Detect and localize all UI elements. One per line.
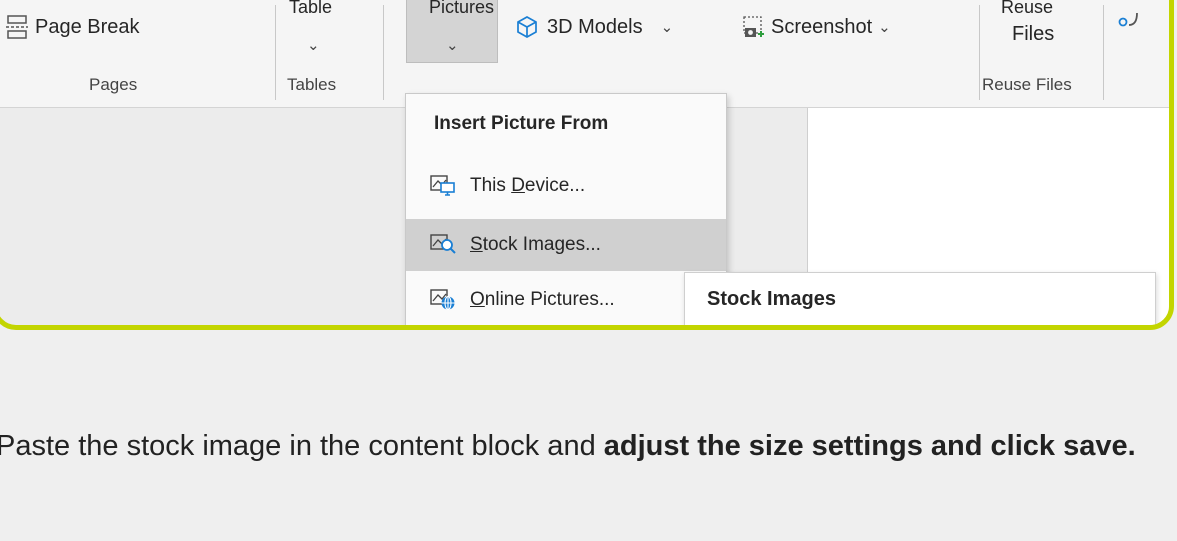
page-break-icon xyxy=(5,15,29,39)
pictures-label: Pictures xyxy=(429,0,495,17)
table-label: Table xyxy=(289,0,333,17)
page-break-button[interactable]: Page Break xyxy=(5,15,140,39)
table-button[interactable]: Table xyxy=(289,0,332,18)
screenshot-chevron-icon[interactable]: ⌄ xyxy=(878,18,891,36)
menu-item-label: Online Pictures... xyxy=(470,289,615,310)
instruction-emphasis: adjust the size settings and click save. xyxy=(603,430,1136,462)
pictures-chevron-icon[interactable]: ⌄ xyxy=(446,33,459,56)
menu-item-label: This Device... xyxy=(470,175,586,196)
page-break-label: Page Break xyxy=(35,15,140,38)
cube-icon xyxy=(515,15,539,39)
stock-images-icon xyxy=(430,233,456,257)
reuse-files-button[interactable]: Reuse xyxy=(1001,0,1053,18)
group-divider xyxy=(383,5,384,100)
3d-models-label: 3D Models xyxy=(547,15,643,38)
insert-picture-menu: Insert Picture From This Device... Stock… xyxy=(405,93,727,325)
menu-item-stock-images[interactable]: Stock Images... xyxy=(406,219,726,271)
3d-models-button[interactable]: 3D Models ⌄ xyxy=(515,15,673,39)
group-label-tables: Tables xyxy=(287,75,337,94)
screenshot-label: Screenshot xyxy=(771,15,873,38)
tooltip-title: Stock Images xyxy=(707,288,836,310)
ribbon: Page Break Table ⌄ Pictures ⌄ 3D Models … xyxy=(0,0,1169,108)
stock-images-tooltip: Stock Images xyxy=(684,272,1156,325)
group-divider xyxy=(275,5,276,100)
3d-models-chevron-icon[interactable]: ⌄ xyxy=(661,18,674,36)
group-label-reuse-files: Reuse Files xyxy=(982,75,1072,94)
screenshot-icon xyxy=(741,15,765,39)
shapes-icon[interactable] xyxy=(1117,5,1141,35)
table-chevron-icon[interactable]: ⌄ xyxy=(307,33,320,56)
instruction-text: Paste the stock image in the content blo… xyxy=(0,430,1136,462)
screenshot-button[interactable]: Screenshot ⌄ xyxy=(741,15,891,39)
reuse-files-label: Files xyxy=(1012,23,1055,45)
menu-header: Insert Picture From xyxy=(434,113,609,134)
screenshot-frame: Page Break Table ⌄ Pictures ⌄ 3D Models … xyxy=(0,0,1174,330)
online-pictures-icon xyxy=(430,288,456,312)
device-picture-icon xyxy=(430,174,456,198)
group-divider xyxy=(1103,5,1104,100)
group-divider xyxy=(979,5,980,100)
menu-item-this-device[interactable]: This Device... xyxy=(406,160,726,212)
menu-item-label: Stock Images... xyxy=(470,234,601,255)
menu-item-online-pictures[interactable]: Online Pictures... xyxy=(406,274,726,325)
group-label-pages: Pages xyxy=(89,75,138,94)
